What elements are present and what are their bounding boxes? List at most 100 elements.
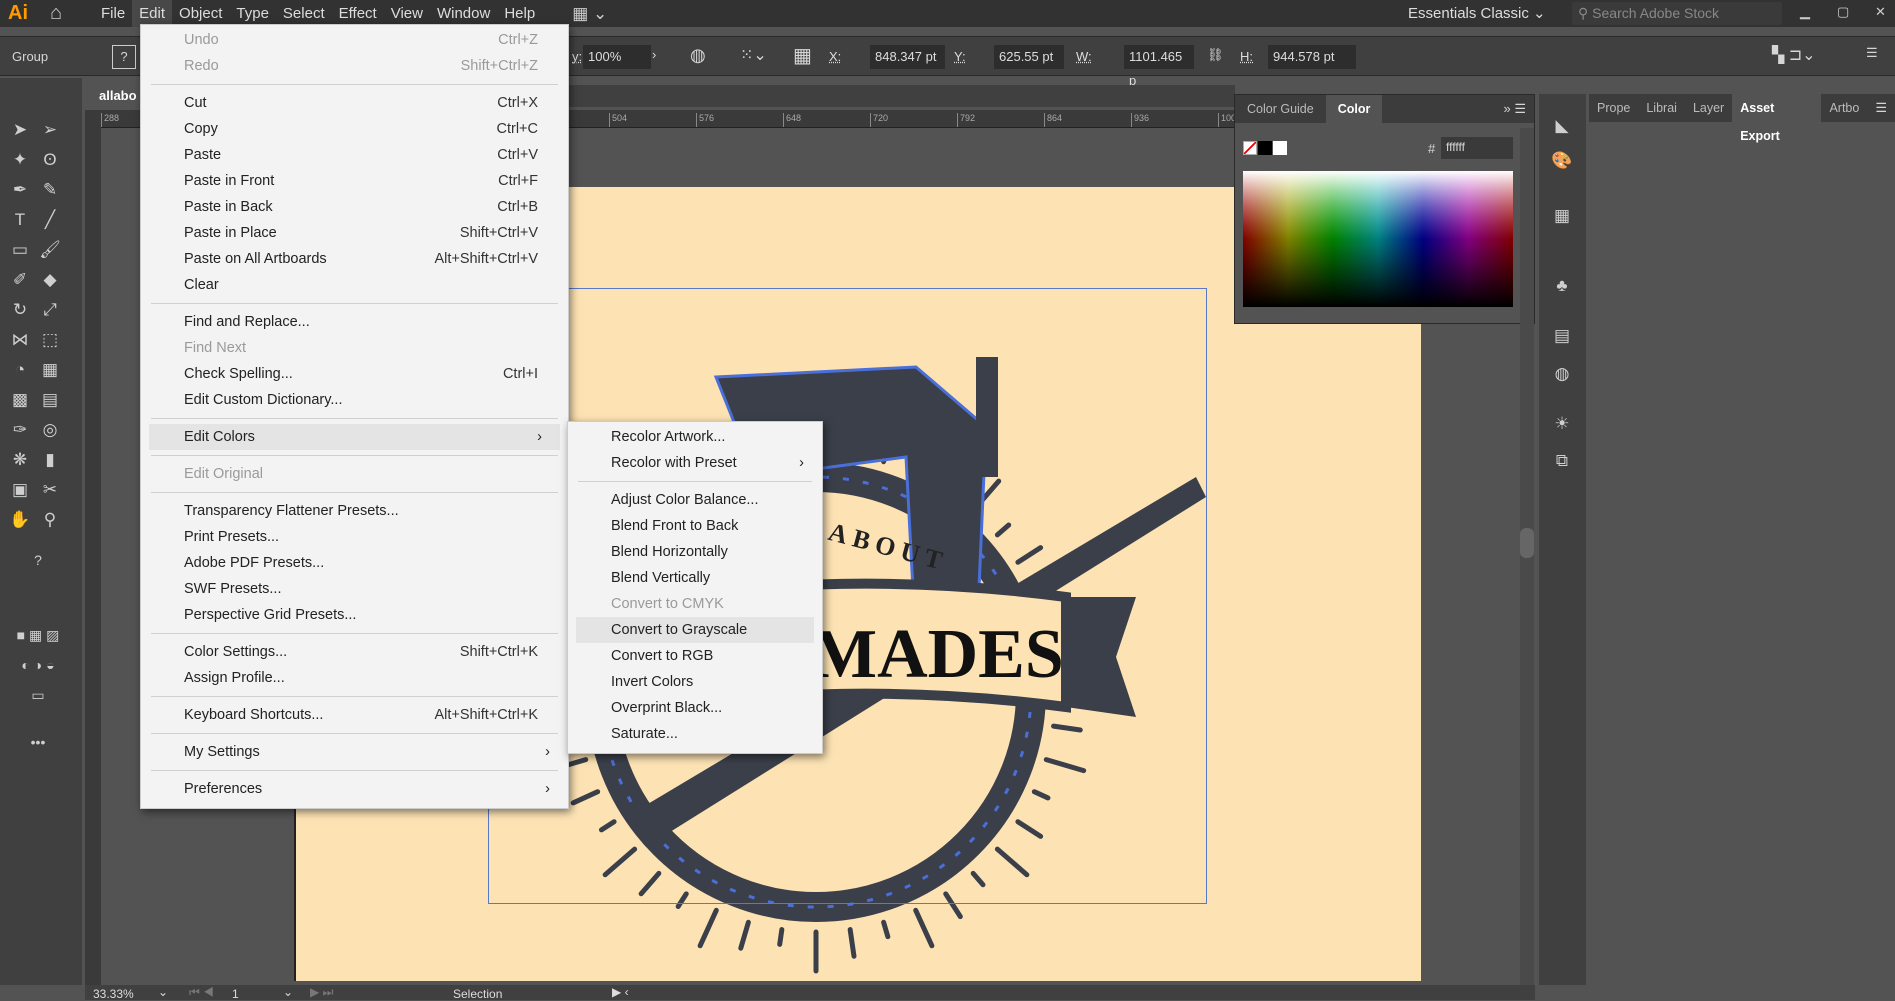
menu-object[interactable]: Object [172,0,229,27]
artboard-nav-next-icon[interactable]: ▶ ⏭ [310,985,333,1000]
black-swatch[interactable] [1258,141,1272,155]
free-transform-icon[interactable]: ⬚ [38,328,62,352]
menu-item-edit-colors[interactable]: Edit Colors › [149,424,560,450]
tab-librai[interactable]: Librai [1638,94,1685,122]
menu-item-blend-front-to-back[interactable]: Blend Front to Back [568,513,822,539]
close-button[interactable]: ✕ [1875,4,1886,20]
screen-mode-icon[interactable]: ▭ [8,683,68,707]
tab-asset-export[interactable]: Asset Export [1732,94,1822,143]
menu-item-find-next[interactable]: Find Next [141,335,568,361]
artboard-number-field[interactable]: 1 [232,987,239,1001]
home-icon[interactable]: ⌂ [36,2,76,25]
menu-item-adjust-color-balance[interactable]: Adjust Color Balance... [568,487,822,513]
arrange-icon[interactable]: ▚ ⊐⌄ [1772,45,1816,65]
opacity-field[interactable]: 100% [583,45,651,69]
direct-selection-icon[interactable]: ➢ [38,118,62,142]
menu-item-print-presets[interactable]: Print Presets... [141,524,568,550]
symbol-sprayer-icon[interactable]: ❋ [8,448,32,472]
scroll-thumb[interactable] [1520,528,1534,558]
paintbrush-icon[interactable]: 🖌 [38,238,62,262]
gradient-icon[interactable]: ▤ [38,388,62,412]
vertical-scrollbar[interactable] [1520,128,1534,985]
menu-item-my-settings[interactable]: My Settings › [141,739,568,765]
gradient-icon[interactable]: ▤ [1550,324,1574,348]
align-icon[interactable]: ⁙⌄ [740,45,767,65]
menu-item-paste-in-front[interactable]: Paste in Front Ctrl+F [141,168,568,194]
menu-item-blend-horizontally[interactable]: Blend Horizontally [568,539,822,565]
eyedropper-icon[interactable]: ✑ [8,418,32,442]
menu-item-overprint-black[interactable]: Overprint Black... [568,695,822,721]
menu-item-find-and-replace[interactable]: Find and Replace... [141,309,568,335]
chevron-right-icon[interactable]: › [652,47,656,62]
eraser-icon[interactable]: ◆ [38,268,62,292]
menu-item-recolor-with-preset[interactable]: Recolor with Preset › [568,450,822,476]
rotate-icon[interactable]: ↻ [8,298,32,322]
graphic-styles-icon[interactable]: ⧉ [1550,449,1574,473]
column-graph-icon[interactable]: ▮ [38,448,62,472]
tab-artbo[interactable]: Artbo [1821,94,1867,122]
menu-item-perspective-grid-presets[interactable]: Perspective Grid Presets... [141,602,568,628]
status-menu-icon[interactable]: ▶ ‹ [612,985,629,999]
artboard-dropdown-icon[interactable]: ⌄ [283,985,293,999]
tab-color[interactable]: Color [1325,95,1383,123]
menu-item-adobe-pdf-presets[interactable]: Adobe PDF Presets... [141,550,568,576]
lasso-icon[interactable]: ʘ [38,148,62,172]
constrain-proportions-icon[interactable]: ⛓ [1207,47,1224,63]
menu-item-color-settings[interactable]: Color Settings... Shift+Ctrl+K [141,639,568,665]
menu-item-transparency-flattener-presets[interactable]: Transparency Flattener Presets... [141,498,568,524]
menu-item-recolor-artwork[interactable]: Recolor Artwork... [568,424,822,450]
hex-input[interactable]: ffffff [1441,137,1513,159]
tab-color-guide[interactable]: Color Guide [1235,95,1326,123]
reference-point-icon[interactable]: ▦ [793,43,812,68]
menu-item-swf-presets[interactable]: SWF Presets... [141,576,568,602]
menu-item-edit-custom-dictionary[interactable]: Edit Custom Dictionary... [141,387,568,413]
menu-item-preferences[interactable]: Preferences › [141,776,568,802]
menu-item-cut[interactable]: Cut Ctrl+X [141,90,568,116]
artboard-icon[interactable]: ▣ [8,478,32,502]
shaper-icon[interactable]: ✐ [8,268,32,292]
menu-item-paste[interactable]: Paste Ctrl+V [141,142,568,168]
color-mode-icon[interactable]: ■ ▦ ▨ [8,623,68,647]
zoom-field[interactable]: 33.33% [93,987,134,1001]
menu-item-convert-to-cmyk[interactable]: Convert to CMYK [568,591,822,617]
swatches-icon[interactable]: ▦ [1550,204,1574,228]
draw-mode-icon[interactable]: ◐ ◑ ◒ [8,653,68,677]
artboard-nav-prev-icon[interactable]: ⏮ ◀ [189,985,214,1000]
menu-item-paste-on-all-artboards[interactable]: Paste on All Artboards Alt+Shift+Ctrl+V [141,246,568,272]
palette-icon[interactable]: 🎨 [1550,149,1574,173]
menu-item-edit-original[interactable]: Edit Original [141,461,568,487]
pen-icon[interactable]: ✒ [8,178,32,202]
menu-effect[interactable]: Effect [332,0,384,27]
type-icon[interactable]: T [8,208,32,232]
properties-icon[interactable]: ◣ [1550,114,1574,138]
none-swatch[interactable] [1243,141,1257,155]
menu-item-paste-in-place[interactable]: Paste in Place Shift+Ctrl+V [141,220,568,246]
slice-icon[interactable]: ✂ [38,478,62,502]
more-tools-icon[interactable]: ••• [8,730,68,754]
menu-item-redo[interactable]: Redo Shift+Ctrl+Z [141,53,568,79]
tab-layer[interactable]: Layer [1685,94,1732,122]
menu-item-saturate[interactable]: Saturate... [568,721,822,747]
maximize-button[interactable]: ▢ [1837,4,1849,20]
blend-icon[interactable]: ◎ [38,418,62,442]
line-icon[interactable]: ╱ [38,208,62,232]
shape-builder-icon[interactable]: ◔ [8,358,32,382]
menu-item-invert-colors[interactable]: Invert Colors [568,669,822,695]
help-icon[interactable]: ? [112,45,136,69]
menu-item-copy[interactable]: Copy Ctrl+C [141,116,568,142]
curvature-icon[interactable]: ✎ [38,178,62,202]
tab-prope[interactable]: Prope [1589,94,1638,122]
zoom-dropdown-icon[interactable]: ⌄ [158,985,168,999]
perspective-icon[interactable]: ▦ [38,358,62,382]
rectangle-icon[interactable]: ▭ [8,238,32,262]
menu-type[interactable]: Type [229,0,276,27]
menu-item-undo[interactable]: Undo Ctrl+Z [141,27,568,53]
search-stock-input[interactable]: ⚲ Search Adobe Stock [1572,2,1782,25]
symbols-icon[interactable]: ♣ [1550,274,1574,298]
fill-stroke-icon[interactable]: ? [8,548,68,572]
y-field[interactable]: 625.55 pt [994,45,1064,69]
menu-select[interactable]: Select [276,0,332,27]
menu-item-clear[interactable]: Clear [141,272,568,298]
width-icon[interactable]: ⋈ [8,328,32,352]
color-spectrum[interactable] [1243,171,1513,307]
